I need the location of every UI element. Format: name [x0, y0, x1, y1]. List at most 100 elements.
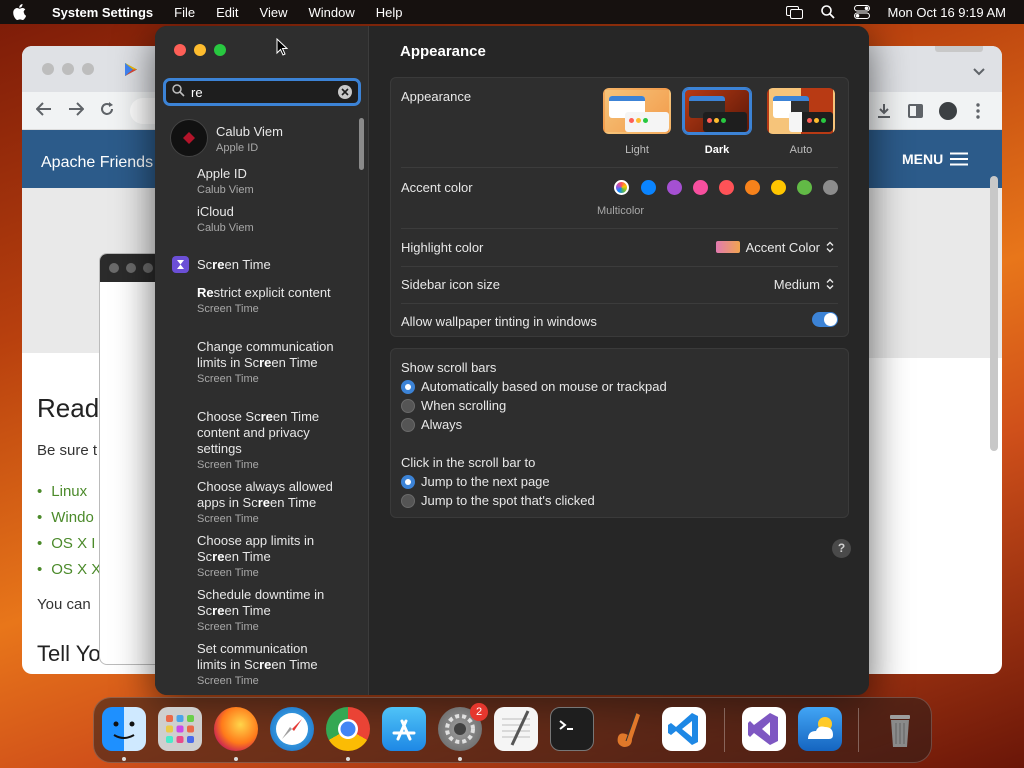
- sidebar-scrollbar[interactable]: [359, 118, 364, 170]
- accent-swatch-pink[interactable]: [693, 180, 708, 195]
- radio-jump-spot-clicked[interactable]: Jump to the spot that's clicked: [401, 493, 595, 508]
- notification-badge: 2: [470, 703, 488, 721]
- result-subtitle: Screen Time: [197, 459, 259, 471]
- accent-swatch-yellow[interactable]: [771, 180, 786, 195]
- visual-studio-icon[interactable]: [742, 707, 786, 751]
- highlight-color-popup[interactable]: Accent Color: [715, 239, 836, 255]
- accent-swatch-red[interactable]: [719, 180, 734, 195]
- launchpad-icon[interactable]: [158, 707, 202, 751]
- menu-view[interactable]: View: [260, 5, 288, 20]
- accent-swatch-graphite[interactable]: [823, 180, 838, 195]
- result-subtitle: Calub Viem: [197, 222, 254, 234]
- small-window-zoom-dot[interactable]: [143, 263, 153, 273]
- app-store-icon[interactable]: [382, 707, 426, 751]
- browser-tab[interactable]: [935, 46, 983, 52]
- chrome-icon[interactable]: [326, 707, 370, 751]
- clear-search-icon[interactable]: [338, 85, 352, 99]
- search-input[interactable]: re: [191, 85, 203, 100]
- sidebar-result[interactable]: Choose app limits in Screen Time Screen …: [197, 533, 337, 581]
- more-menu-icon[interactable]: [976, 103, 980, 122]
- avatar[interactable]: [170, 119, 208, 157]
- download-icon[interactable]: [876, 103, 892, 122]
- menu-file[interactable]: File: [174, 5, 195, 20]
- zoom-button[interactable]: [214, 44, 226, 56]
- sidebar-result[interactable]: Choose always allowed apps in Screen Tim…: [197, 479, 347, 527]
- small-window-close-dot[interactable]: [109, 263, 119, 273]
- accent-swatch-purple[interactable]: [667, 180, 682, 195]
- menu-app-name[interactable]: System Settings: [52, 5, 153, 20]
- radio-jump-next-page[interactable]: Jump to the next page: [401, 474, 550, 489]
- sidebar-item-account[interactable]: Calub Viem Apple ID: [216, 124, 283, 156]
- site-header-right: MENU: [868, 130, 1002, 188]
- menu-window[interactable]: Window: [308, 5, 354, 20]
- chevron-down-icon[interactable]: [973, 64, 985, 79]
- minimize-button[interactable]: [194, 44, 206, 56]
- search-field[interactable]: re: [163, 78, 361, 106]
- menu-clock[interactable]: Mon Oct 16 9:19 AM: [887, 5, 1006, 20]
- wallpaper-tinting-toggle[interactable]: [812, 312, 838, 327]
- accent-swatch-orange[interactable]: [745, 180, 760, 195]
- appearance-option-auto[interactable]: Auto: [767, 88, 835, 156]
- safari-icon[interactable]: [270, 707, 314, 751]
- sidebar-result[interactable]: Choose Screen Time content and privacy s…: [197, 409, 337, 473]
- browser-close-dot[interactable]: [42, 63, 54, 75]
- vscode-icon[interactable]: [662, 707, 706, 751]
- radio-scroll-auto[interactable]: Automatically based on mouse or trackpad: [401, 379, 667, 394]
- reload-icon[interactable]: [100, 102, 114, 121]
- site-menu-button[interactable]: MENU: [902, 151, 943, 167]
- browser-minimize-dot[interactable]: [62, 63, 74, 75]
- accent-swatch-blue[interactable]: [641, 180, 656, 195]
- play-store-tab-icon[interactable]: [124, 62, 138, 80]
- spotlight-search-icon[interactable]: [819, 4, 837, 20]
- sidebar-section-screen-time[interactable]: Screen Time: [197, 257, 271, 273]
- profile-avatar-icon[interactable]: [939, 102, 957, 120]
- small-window-minimize-dot[interactable]: [126, 263, 136, 273]
- close-button[interactable]: [174, 44, 186, 56]
- back-arrow-icon[interactable]: [35, 102, 52, 121]
- result-title: iCloud: [197, 204, 234, 219]
- sidebar-result-apple-id[interactable]: Apple ID Calub Viem: [197, 166, 254, 198]
- textedit-icon[interactable]: [494, 707, 538, 751]
- sidebar-result[interactable]: Change communication limits in Screen Ti…: [197, 339, 337, 387]
- result-title: Choose always allowed apps in Screen Tim…: [197, 479, 333, 510]
- help-button[interactable]: ?: [832, 539, 851, 558]
- terminal-icon[interactable]: [550, 707, 594, 751]
- hamburger-icon[interactable]: [950, 152, 968, 169]
- radio-scroll-when-scrolling[interactable]: When scrolling: [401, 398, 506, 413]
- mouse-cursor-icon: [276, 37, 289, 59]
- result-title: Choose app limits in Screen Time: [197, 533, 315, 564]
- result-title: Restrict explicit content: [197, 285, 331, 300]
- control-center-icon[interactable]: [853, 4, 871, 20]
- dock-separator: [724, 708, 725, 752]
- browser-scrollbar[interactable]: [990, 176, 998, 451]
- firefox-icon[interactable]: [214, 707, 258, 751]
- radio-scroll-always[interactable]: Always: [401, 417, 462, 432]
- forward-arrow-icon[interactable]: [68, 102, 85, 121]
- system-settings-icon[interactable]: 2: [438, 703, 488, 751]
- sidebar-result[interactable]: Restrict explicit content Screen Time: [197, 285, 347, 317]
- sidebar-result[interactable]: Set communication limits in Screen Time …: [197, 641, 337, 689]
- sidebar-result[interactable]: Schedule downtime in Screen Time Screen …: [197, 587, 337, 635]
- search-icon: [172, 84, 185, 100]
- menu-edit[interactable]: Edit: [216, 5, 238, 20]
- site-title[interactable]: Apache Friends: [41, 154, 153, 171]
- browser-toolbar: [22, 92, 162, 130]
- weather-icon[interactable]: [798, 707, 842, 751]
- appearance-option-light[interactable]: Light: [603, 88, 671, 156]
- menu-help[interactable]: Help: [376, 5, 403, 20]
- sidebar-result-icloud[interactable]: iCloud Calub Viem: [197, 204, 254, 236]
- browser-zoom-dot[interactable]: [82, 63, 94, 75]
- trash-icon[interactable]: [878, 707, 922, 751]
- apple-menu-icon[interactable]: [12, 4, 30, 20]
- finder-icon[interactable]: [102, 707, 146, 751]
- accent-swatch-multicolor[interactable]: [614, 180, 629, 195]
- appearance-option-dark[interactable]: Dark: [683, 88, 751, 156]
- divider: [401, 167, 838, 168]
- sidebar-icon-size-popup[interactable]: Medium: [774, 276, 836, 292]
- accent-swatch-green[interactable]: [797, 180, 812, 195]
- result-subtitle: Screen Time: [197, 621, 259, 633]
- garageband-icon[interactable]: [606, 707, 650, 751]
- side-panel-icon[interactable]: [908, 104, 923, 121]
- accent-selected-name: Multicolor: [597, 205, 645, 217]
- screen-mirroring-icon[interactable]: [785, 4, 803, 20]
